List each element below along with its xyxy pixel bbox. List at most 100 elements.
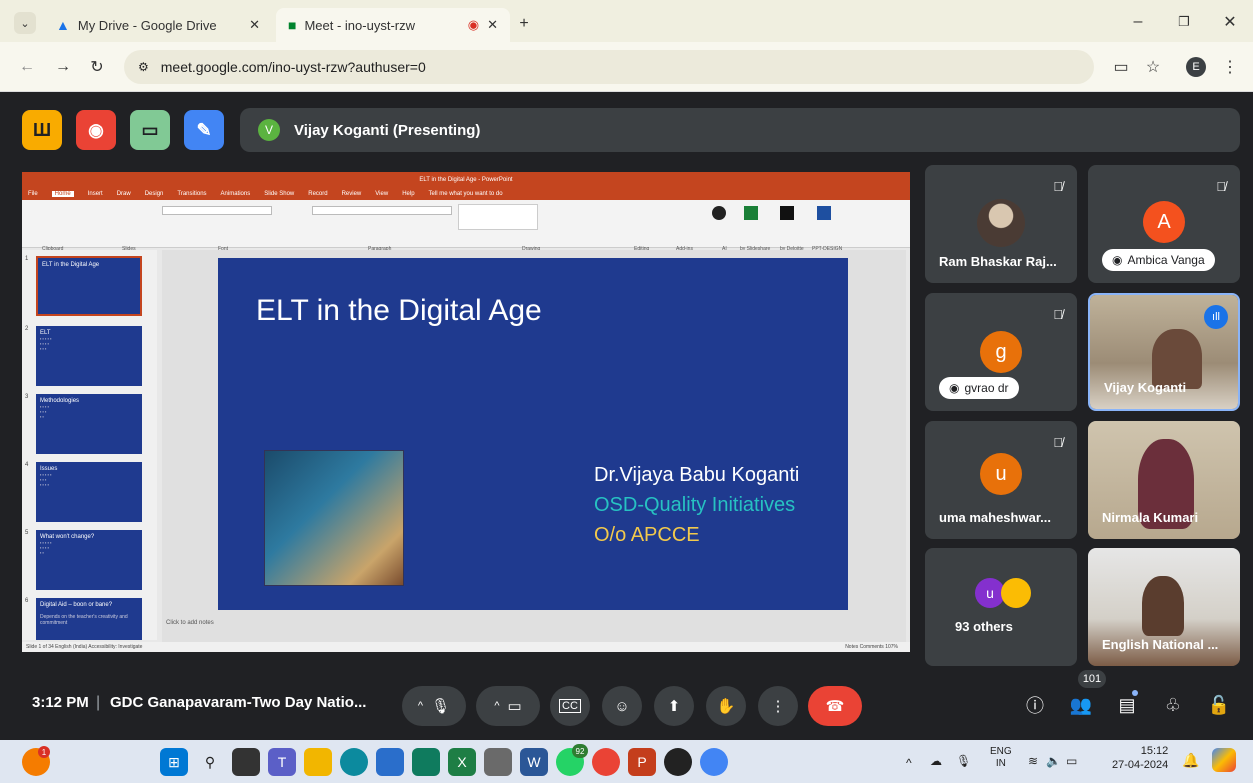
thumb-number: 4 xyxy=(25,462,29,468)
file-explorer-icon[interactable] xyxy=(304,748,332,776)
mic-off-icon: 🎙̸ xyxy=(1053,179,1063,194)
tab-google-meet[interactable]: ■ Meet - ino-uyst-rzw ◉ ✕ xyxy=(276,8,510,42)
host-controls-icon[interactable]: ▭ xyxy=(130,110,170,150)
powerpoint-icon[interactable]: P xyxy=(628,748,656,776)
menu-tell-me: Tell me what you want to do xyxy=(428,191,503,197)
copilot-icon[interactable] xyxy=(1212,748,1236,772)
battery-icon[interactable]: ▭ xyxy=(1066,754,1077,768)
participant-tile[interactable]: ıll Vijay Koganti xyxy=(1088,293,1240,411)
participant-name-pill: ◉ Ambica Vanga xyxy=(1102,249,1215,271)
bookmark-star-icon[interactable]: ☆ xyxy=(1142,56,1164,78)
separator: | xyxy=(96,694,101,711)
site-info-icon[interactable]: ⚙ xyxy=(138,60,149,74)
tray-mic-icon[interactable]: 🎙 xyxy=(956,754,971,768)
participant-avatar: g xyxy=(980,331,1022,373)
participant-tile[interactable]: English National ... xyxy=(1088,548,1240,666)
new-tab-icon[interactable]: + xyxy=(514,14,534,34)
tray-chevron-icon[interactable]: ^ xyxy=(906,756,912,770)
app-icon[interactable] xyxy=(664,748,692,776)
thumb-title: ELT in the Digital Age xyxy=(42,262,100,268)
participant-tile[interactable]: 🎙̸ u uma maheshwar... xyxy=(925,421,1077,539)
raise-hand-button[interactable]: ✋ xyxy=(706,686,746,726)
url-text: meet.google.com/ino-uyst-rzw?authuser=0 xyxy=(160,59,426,75)
ppt-status-right: Notes Comments 107% xyxy=(845,644,898,650)
menu-file: File xyxy=(28,191,38,197)
participant-tile[interactable]: 🎙̸ g ◉ gvrao dr xyxy=(925,293,1077,411)
word-icon[interactable]: W xyxy=(520,748,548,776)
notification-bell-icon[interactable]: 🔔 xyxy=(1182,752,1199,769)
speaking-indicator-icon: ıll xyxy=(1204,305,1228,329)
language-indicator[interactable]: ENG IN xyxy=(990,746,1012,770)
close-window-icon[interactable]: ✕ xyxy=(1220,12,1240,32)
participant-name: Nirmala Kumari xyxy=(1102,510,1199,525)
tab-search-icon[interactable]: ⌄ xyxy=(14,12,36,34)
close-icon[interactable]: ✕ xyxy=(249,17,260,33)
search-icon[interactable]: ⚲ xyxy=(196,748,224,776)
task-view-icon[interactable] xyxy=(232,748,260,776)
close-icon[interactable]: ✕ xyxy=(487,17,498,33)
people-count-badge: 101 xyxy=(1078,670,1106,688)
chevron-up-icon[interactable]: ^ xyxy=(494,700,499,712)
leave-call-button[interactable]: ☎ xyxy=(808,686,862,726)
slide-thumbnail: Issues ▪ ▪ ▪ ▪ ▪ ▪ ▪ ▪ ▪ ▪ ▪ ▪ xyxy=(36,462,142,522)
participant-name: Vijay Koganti xyxy=(1104,380,1187,395)
store-icon[interactable] xyxy=(376,748,404,776)
participant-tile[interactable]: Nirmala Kumari xyxy=(1088,421,1240,539)
mic-button[interactable]: ^ 🎙 xyxy=(402,686,466,726)
effects-icon[interactable]: ✎ xyxy=(184,110,224,150)
host-lock-icon[interactable]: 🔓 xyxy=(1204,690,1234,720)
mic-icon: 🎙 xyxy=(431,698,451,715)
edge-icon[interactable] xyxy=(340,748,368,776)
reactions-button[interactable]: ☺ xyxy=(602,686,642,726)
restore-icon[interactable]: ❐ xyxy=(1174,12,1194,32)
menu-draw: Draw xyxy=(116,191,131,197)
activities-shapes-icon[interactable]: ♧ xyxy=(1158,690,1188,720)
participant-name: English National ... xyxy=(1102,637,1219,652)
profile-avatar[interactable]: E xyxy=(1186,57,1206,77)
participant-name: Ram Bhaskar Raj... xyxy=(939,254,1057,269)
excel-icon[interactable]: X xyxy=(448,748,476,776)
menu-kebab-icon[interactable]: ⋮ xyxy=(1222,56,1238,78)
camera-button[interactable]: ^ ▭ xyxy=(476,686,540,726)
tab-google-drive[interactable]: ▲ My Drive - Google Drive ✕ xyxy=(44,8,272,42)
calculator-icon[interactable] xyxy=(484,748,512,776)
notes-placeholder: Click to add notes xyxy=(166,620,214,626)
mic-off-icon: 🎙̸ xyxy=(1053,307,1063,322)
slide-thumbnail: What won't change? ▪ ▪ ▪ ▪ ▪ ▪ ▪ ▪ ▪ ▪ ▪ xyxy=(36,530,142,590)
reload-icon[interactable]: ↻ xyxy=(86,56,108,78)
more-options-button[interactable]: ⋮ xyxy=(758,686,798,726)
volume-icon[interactable]: 🔈 xyxy=(1046,754,1061,768)
wifi-icon[interactable]: ≋ xyxy=(1028,754,1038,768)
clock-date: 27-04-2024 xyxy=(1112,759,1169,771)
slide-thumbnail: Digital Aid – boon or bane? Depends on th… xyxy=(36,598,142,640)
record-icon[interactable]: ◉ xyxy=(76,110,116,150)
menu-view: View xyxy=(375,191,389,197)
teams-icon[interactable]: T xyxy=(268,748,296,776)
meeting-details-icon[interactable]: ⓘ xyxy=(1020,690,1050,720)
chrome-icon[interactable] xyxy=(592,748,620,776)
presenting-banner: V Vijay Koganti (Presenting) xyxy=(240,108,1240,152)
app-icon[interactable] xyxy=(412,748,440,776)
url-field[interactable]: ⚙ meet.google.com/ino-uyst-rzw?authuser=… xyxy=(124,50,1094,84)
camera-in-use-icon[interactable]: ▭ xyxy=(1110,56,1132,78)
people-icon[interactable]: 👥 xyxy=(1066,690,1096,720)
back-icon[interactable]: ← xyxy=(16,56,38,78)
chat-unread-dot xyxy=(1132,690,1138,696)
start-icon[interactable]: ⊞ xyxy=(160,748,188,776)
participant-tile[interactable]: 🎙̸ Ram Bhaskar Raj... xyxy=(925,165,1077,283)
forward-icon[interactable]: → xyxy=(52,56,74,78)
slide-designation: OSD-Quality Initiatives xyxy=(594,494,796,516)
chrome-profile-icon[interactable] xyxy=(700,748,728,776)
participant-tile-others[interactable]: u 93 others xyxy=(925,548,1077,666)
participant-tile[interactable]: 🎙̸ A ◉ Ambica Vanga xyxy=(1088,165,1240,283)
participant-avatar xyxy=(1001,578,1031,608)
meeting-time: 3:12 PM xyxy=(32,694,89,711)
present-button[interactable]: ⬆ xyxy=(654,686,694,726)
taskbar-clock[interactable]: 15:12 27-04-2024 xyxy=(1112,744,1168,772)
minimize-icon[interactable]: – xyxy=(1128,12,1148,32)
activities-icon[interactable]: Ш xyxy=(22,110,62,150)
widget-badge: 1 xyxy=(38,746,50,758)
tray-cloud-icon[interactable]: ☁ xyxy=(930,754,942,768)
captions-button[interactable]: CC xyxy=(550,686,590,726)
chevron-up-icon[interactable]: ^ xyxy=(418,700,423,712)
